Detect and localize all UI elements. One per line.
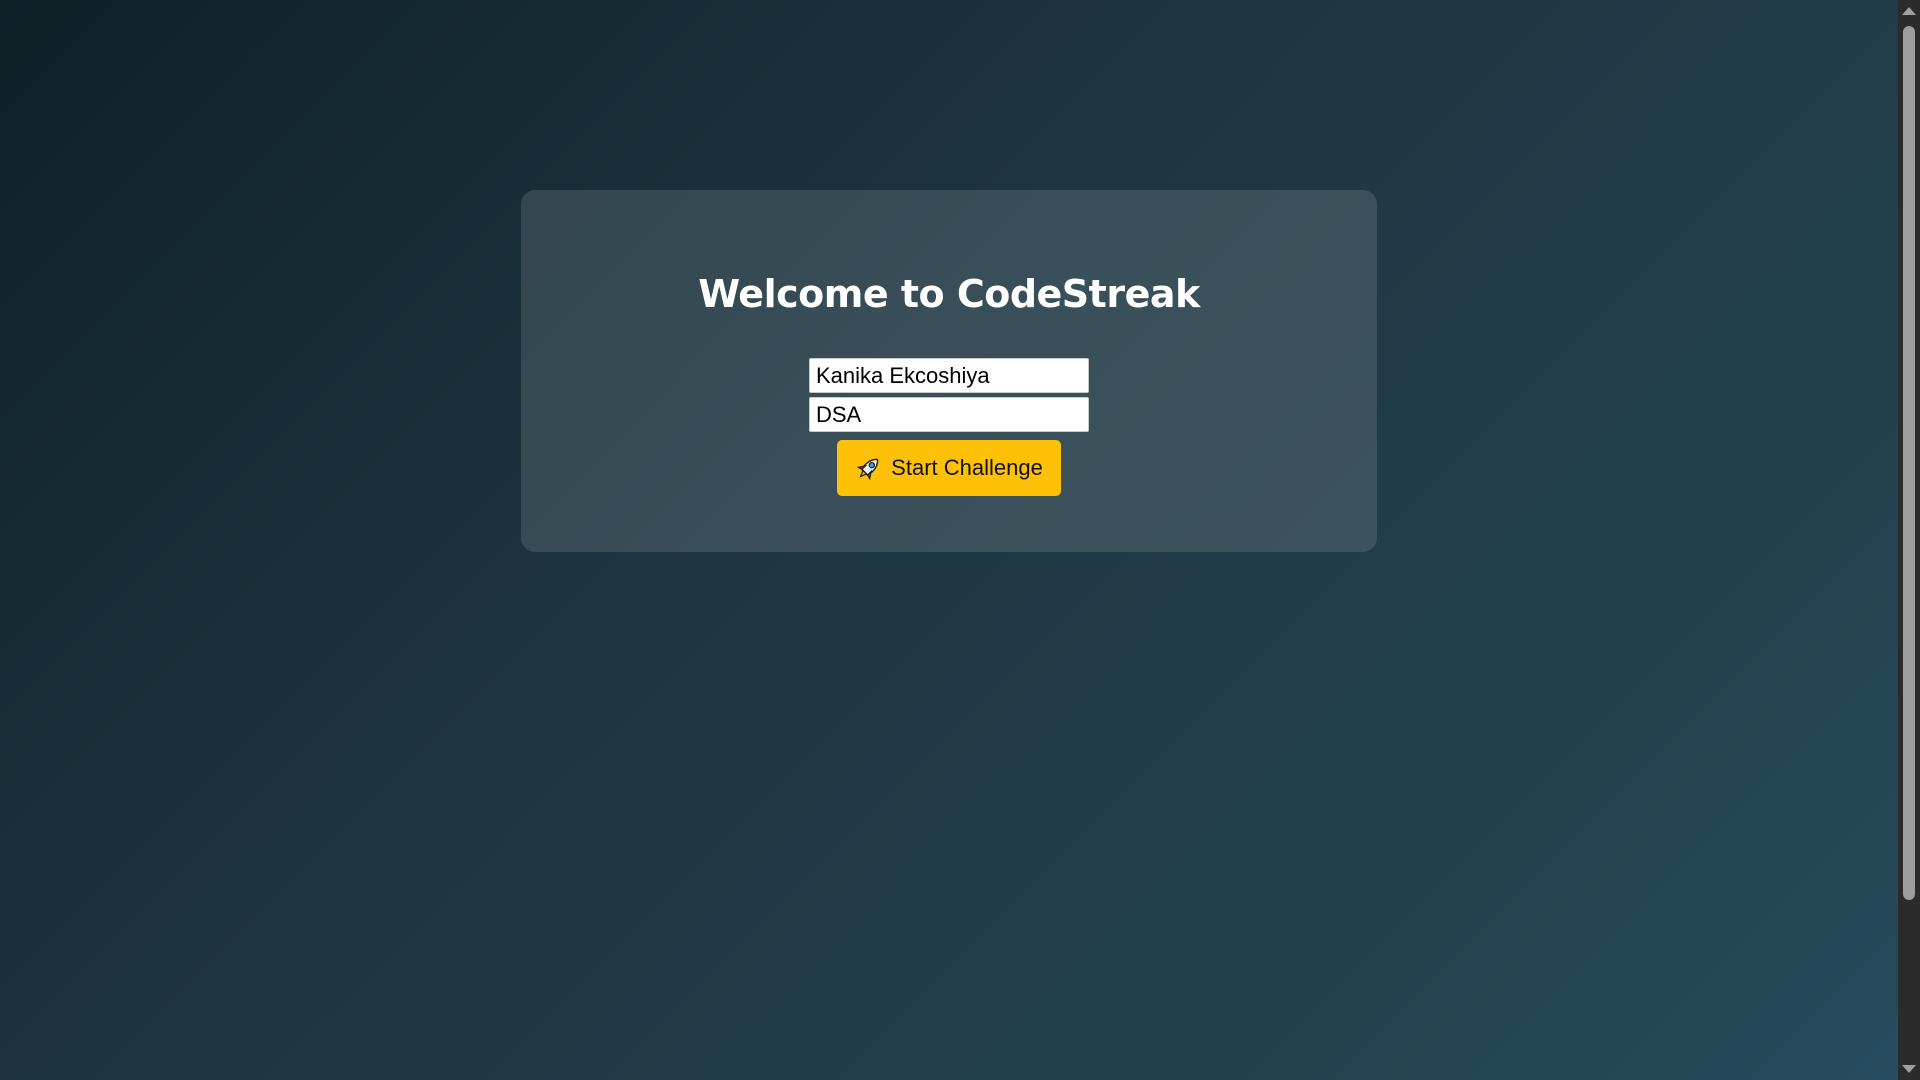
scrollbar-thumb[interactable] (1903, 26, 1915, 900)
scroll-up-icon[interactable] (1902, 7, 1916, 15)
name-input[interactable] (809, 358, 1089, 393)
rocket-icon (855, 454, 883, 482)
topic-input[interactable] (809, 397, 1089, 432)
welcome-card: Start Challenge (521, 190, 1377, 552)
start-challenge-label: Start Challenge (891, 455, 1043, 480)
vertical-scrollbar[interactable] (1898, 0, 1920, 1080)
start-challenge-button[interactable]: Start Challenge (837, 440, 1061, 496)
scroll-down-icon[interactable] (1902, 1065, 1916, 1073)
